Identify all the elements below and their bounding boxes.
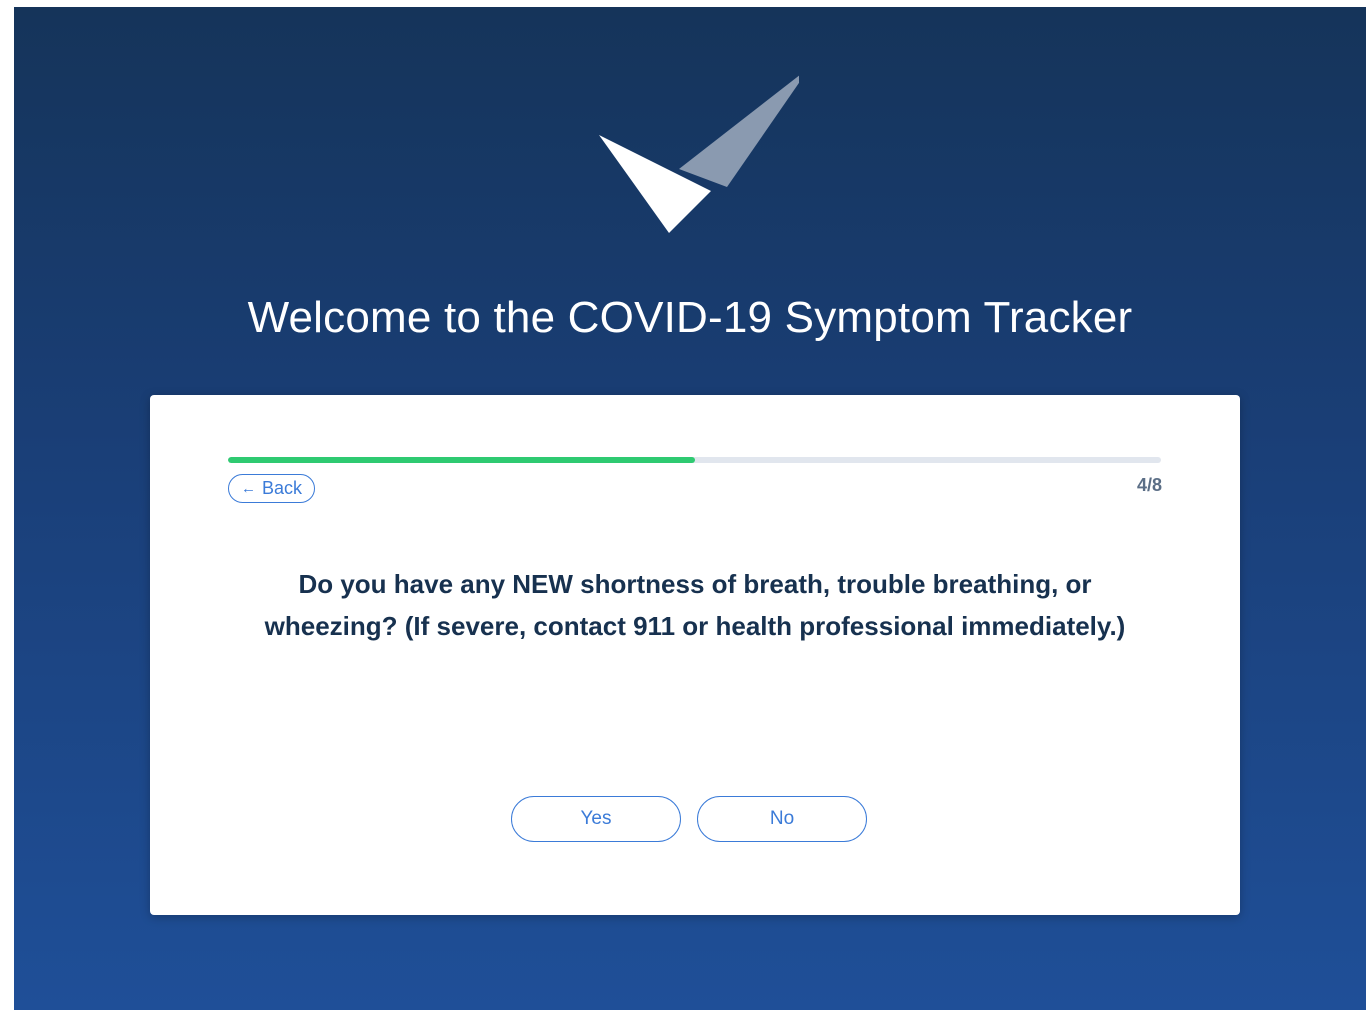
arrow-left-icon: ← <box>241 480 256 497</box>
back-button[interactable]: ← Back <box>228 474 316 503</box>
progress-bar <box>228 457 1161 463</box>
checkmark-logo-icon <box>599 75 799 233</box>
step-counter: 4/8 <box>1136 475 1162 495</box>
yes-button[interactable]: Yes <box>511 796 681 842</box>
question-text: Do you have any NEW shortness of breath,… <box>264 569 1126 641</box>
question-card: ← Back 4/8 Do you have any NEW shortness… <box>150 395 1240 915</box>
page-title: Welcome to the COVID-19 Symptom Tracker <box>247 293 1133 342</box>
progress-bar-fill <box>228 457 695 463</box>
app-background: Welcome to the COVID-19 Symptom Tracker … <box>14 7 1366 1010</box>
no-button[interactable]: No <box>697 796 867 842</box>
back-button-label: Back <box>262 478 303 498</box>
